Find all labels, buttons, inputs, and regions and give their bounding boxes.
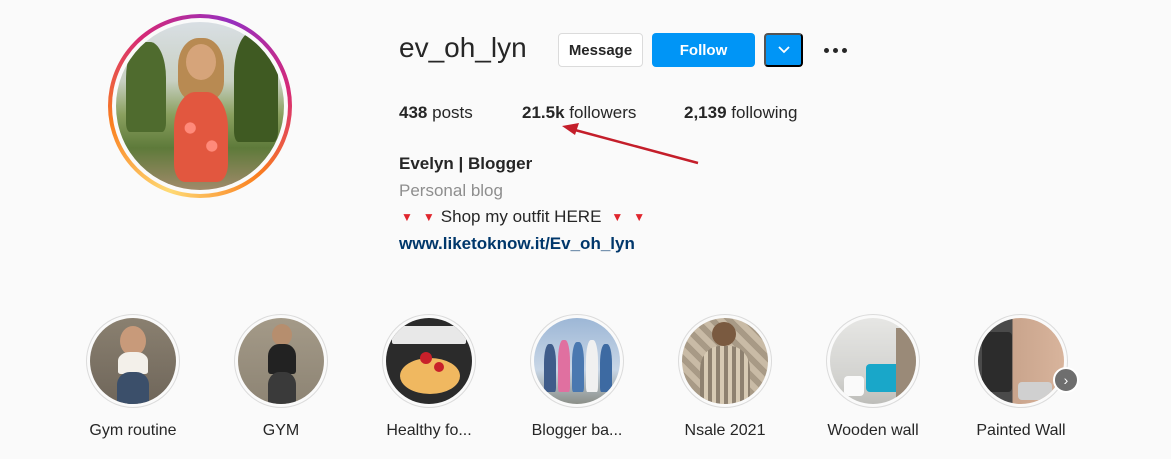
highlight-blogger-babes[interactable]: Blogger ba... (502, 314, 652, 440)
highlight-ring (382, 314, 476, 408)
bio-website-link[interactable]: www.liketoknow.it/Ev_oh_lyn (399, 234, 635, 254)
following-count-label: following (731, 103, 798, 122)
highlight-label: Nsale 2021 (684, 422, 766, 439)
posts-count-label: posts (432, 103, 473, 122)
highlight-cover (830, 318, 916, 404)
highlight-label: Healthy fo... (386, 422, 472, 439)
highlight-ring (530, 314, 624, 408)
follow-button[interactable]: Follow (652, 33, 755, 67)
followers-count-label: followers (569, 103, 637, 122)
profile-username: ev_oh_lyn (399, 32, 527, 63)
down-triangle-icon: ▼ (401, 210, 413, 224)
highlight-label: Blogger ba... (531, 422, 623, 439)
suggested-dropdown-button[interactable] (764, 33, 803, 67)
highlight-cover (534, 318, 620, 404)
highlight-gym-routine[interactable]: Gym routine (58, 314, 208, 440)
highlight-ring (974, 314, 1068, 408)
avatar-gap (112, 18, 288, 194)
highlight-cover (978, 318, 1064, 404)
posts-count: 438 posts (399, 103, 473, 123)
highlight-cover (90, 318, 176, 404)
followers-count-value: 21.5k (522, 103, 565, 122)
followers-count-link[interactable]: 21.5k followers (522, 103, 636, 123)
chevron-down-icon (777, 46, 790, 54)
highlight-wooden-wall[interactable]: Wooden wall (798, 314, 948, 440)
following-count-link[interactable]: 2,139 following (684, 103, 797, 123)
highlight-ring (234, 314, 328, 408)
highlight-label: Gym routine (89, 422, 177, 439)
down-triangle-icon: ▼ (611, 210, 624, 224)
highlight-cover (238, 318, 324, 404)
highlight-healthy-food[interactable]: Healthy fo... (354, 314, 504, 440)
down-triangle-icon: ▼ (422, 210, 435, 224)
down-triangle-icon: ▼ (633, 210, 646, 224)
highlight-ring (678, 314, 772, 408)
bio-category: Personal blog (399, 181, 503, 200)
bio-line-text: Shop my outfit HERE (440, 207, 602, 226)
bio-text: ▼ ▼ Shop my outfit HERE ▼ ▼ (401, 207, 645, 227)
highlight-ring (826, 314, 920, 408)
highlight-nsale-2021[interactable]: Nsale 2021 (650, 314, 800, 440)
highlight-cover (386, 318, 472, 404)
profile-avatar-ring[interactable] (108, 14, 292, 198)
message-button[interactable]: Message (558, 33, 643, 67)
highlight-cover (682, 318, 768, 404)
highlight-label: GYM (262, 422, 300, 439)
highlight-label: Wooden wall (827, 422, 919, 439)
chevron-right-icon[interactable]: › (1053, 367, 1079, 393)
highlight-gym[interactable]: GYM (206, 314, 356, 440)
following-count-value: 2,139 (684, 103, 727, 122)
profile-avatar (116, 22, 284, 190)
more-options-icon[interactable] (820, 38, 850, 62)
bio-full-name: Evelyn | Blogger (399, 154, 533, 173)
highlight-label: Painted Wall (976, 422, 1066, 439)
posts-count-value: 438 (399, 103, 428, 122)
highlight-ring (86, 314, 180, 408)
